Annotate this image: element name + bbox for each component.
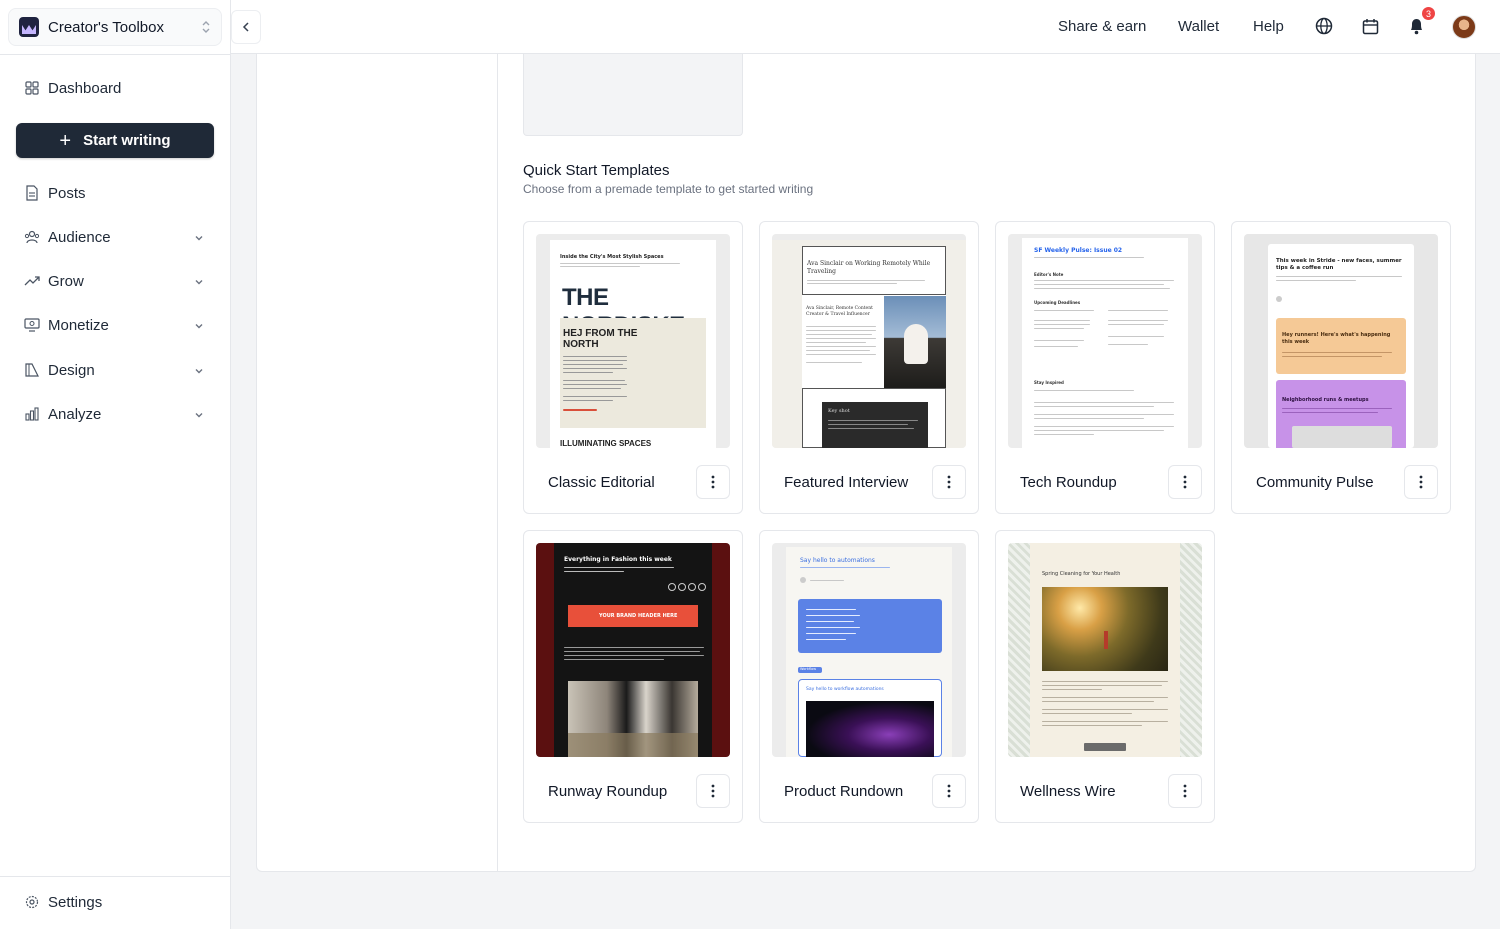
- divider: [0, 54, 231, 55]
- trending-up-icon: [24, 273, 40, 289]
- calendar-icon[interactable]: [1360, 16, 1380, 36]
- sidebar-item-label: Posts: [48, 184, 86, 202]
- template-menu-button[interactable]: [932, 465, 966, 499]
- sidebar-item-posts[interactable]: Posts: [16, 176, 214, 210]
- chevron-left-icon: [242, 22, 249, 32]
- sidebar-item-label: Settings: [48, 893, 103, 911]
- template-thumbnail: Ava Sinclair on Working Remotely While T…: [772, 234, 966, 448]
- template-name: Community Pulse: [1256, 474, 1374, 491]
- avatar[interactable]: [1452, 15, 1476, 39]
- template-thumbnail: Everything in Fashion this week YOUR BRA…: [536, 543, 730, 757]
- wallet-link[interactable]: Wallet: [1178, 18, 1219, 35]
- template-name: Classic Editorial: [548, 474, 655, 491]
- chevron-down-icon: [194, 363, 204, 380]
- gear-icon: [24, 894, 40, 910]
- template-card-runway-roundup[interactable]: Everything in Fashion this week YOUR BRA…: [523, 530, 743, 823]
- section-title: Quick Start Templates: [523, 162, 670, 179]
- template-menu-button[interactable]: [1168, 774, 1202, 808]
- help-link[interactable]: Help: [1253, 18, 1284, 35]
- monitor-dollar-icon: [24, 317, 40, 333]
- divider: [497, 54, 498, 871]
- more-vertical-icon: [947, 784, 951, 798]
- template-menu-button[interactable]: [932, 774, 966, 808]
- template-thumbnail: Say hello to automations Workflow Say he…: [772, 543, 966, 757]
- chevron-up-down-icon: [201, 20, 211, 35]
- sidebar-item-grow[interactable]: Grow: [16, 264, 214, 298]
- template-thumbnail: Spring Cleaning for Your Health: [1008, 543, 1202, 757]
- chevron-down-icon: [194, 318, 204, 335]
- template-thumbnail: Inside the City's Most Stylish Spaces TH…: [536, 234, 730, 448]
- start-writing-button[interactable]: + Start writing: [16, 123, 214, 158]
- more-vertical-icon: [1419, 475, 1423, 489]
- template-card-wellness-wire[interactable]: Spring Cleaning for Your Health Wellness…: [995, 530, 1215, 823]
- section-subtitle: Choose from a premade template to get st…: [523, 182, 814, 196]
- sidebar: Creator's Toolbox Dashboard + Start writ…: [0, 0, 231, 929]
- template-card-featured-interview[interactable]: Ava Sinclair on Working Remotely While T…: [759, 221, 979, 514]
- template-menu-button[interactable]: [696, 465, 730, 499]
- notification-badge: 3: [1422, 7, 1435, 20]
- sidebar-item-label: Analyze: [48, 405, 102, 423]
- top-bar: [231, 0, 1500, 54]
- sidebar-item-label: Grow: [48, 272, 84, 290]
- template-name: Featured Interview: [784, 474, 909, 491]
- more-vertical-icon: [1183, 475, 1187, 489]
- more-vertical-icon: [947, 475, 951, 489]
- template-card-tech-roundup[interactable]: SF Weekly Pulse: Issue 02 Editor's Note …: [995, 221, 1215, 514]
- plus-icon: +: [59, 129, 72, 152]
- workspace-switcher[interactable]: Creator's Toolbox: [8, 8, 222, 46]
- more-vertical-icon: [711, 475, 715, 489]
- sidebar-item-settings[interactable]: Settings: [16, 885, 214, 919]
- template-menu-button[interactable]: [1404, 465, 1438, 499]
- start-writing-label: Start writing: [83, 132, 171, 149]
- template-card-community-pulse[interactable]: This week in Stride - new faces, summer …: [1231, 221, 1451, 514]
- share-earn-link[interactable]: Share & earn: [1058, 18, 1146, 35]
- template-card-classic-editorial[interactable]: Inside the City's Most Stylish Spaces TH…: [523, 221, 743, 514]
- sidebar-item-label: Dashboard: [48, 79, 122, 97]
- workspace-logo-icon: [19, 17, 39, 37]
- more-vertical-icon: [1183, 784, 1187, 798]
- sidebar-item-label: Design: [48, 361, 95, 379]
- template-menu-button[interactable]: [696, 774, 730, 808]
- template-card-product-rundown[interactable]: Say hello to automations Workflow Say he…: [759, 530, 979, 823]
- chevron-down-icon: [194, 274, 204, 291]
- sidebar-item-label: Audience: [48, 228, 111, 246]
- palette-icon: [24, 362, 40, 378]
- template-thumbnail: SF Weekly Pulse: Issue 02 Editor's Note …: [1008, 234, 1202, 448]
- sidebar-item-label: Monetize: [48, 316, 109, 334]
- globe-icon[interactable]: [1314, 16, 1334, 36]
- bar-chart-icon: [24, 406, 40, 422]
- template-name: Product Rundown: [784, 783, 904, 800]
- users-icon: [24, 229, 40, 245]
- preview-placeholder: [523, 54, 743, 136]
- template-name: Wellness Wire: [1020, 783, 1116, 800]
- sidebar-item-audience[interactable]: Audience: [16, 220, 214, 254]
- sidebar-item-monetize[interactable]: Monetize: [16, 308, 214, 342]
- bell-icon[interactable]: [1406, 16, 1426, 36]
- chevron-down-icon: [194, 230, 204, 247]
- more-vertical-icon: [711, 784, 715, 798]
- grid-icon: [24, 80, 40, 96]
- template-name: Runway Roundup: [548, 783, 668, 800]
- template-menu-button[interactable]: [1168, 465, 1202, 499]
- sidebar-item-dashboard[interactable]: Dashboard: [16, 71, 214, 105]
- workspace-name: Creator's Toolbox: [48, 18, 164, 36]
- template-thumbnail: This week in Stride - new faces, summer …: [1244, 234, 1438, 448]
- divider: [0, 876, 231, 877]
- sidebar-item-design[interactable]: Design: [16, 353, 214, 387]
- collapse-sidebar-button[interactable]: [231, 10, 261, 44]
- document-icon: [24, 185, 40, 201]
- template-name: Tech Roundup: [1020, 474, 1117, 491]
- sidebar-item-analyze[interactable]: Analyze: [16, 397, 214, 431]
- chevron-down-icon: [194, 407, 204, 424]
